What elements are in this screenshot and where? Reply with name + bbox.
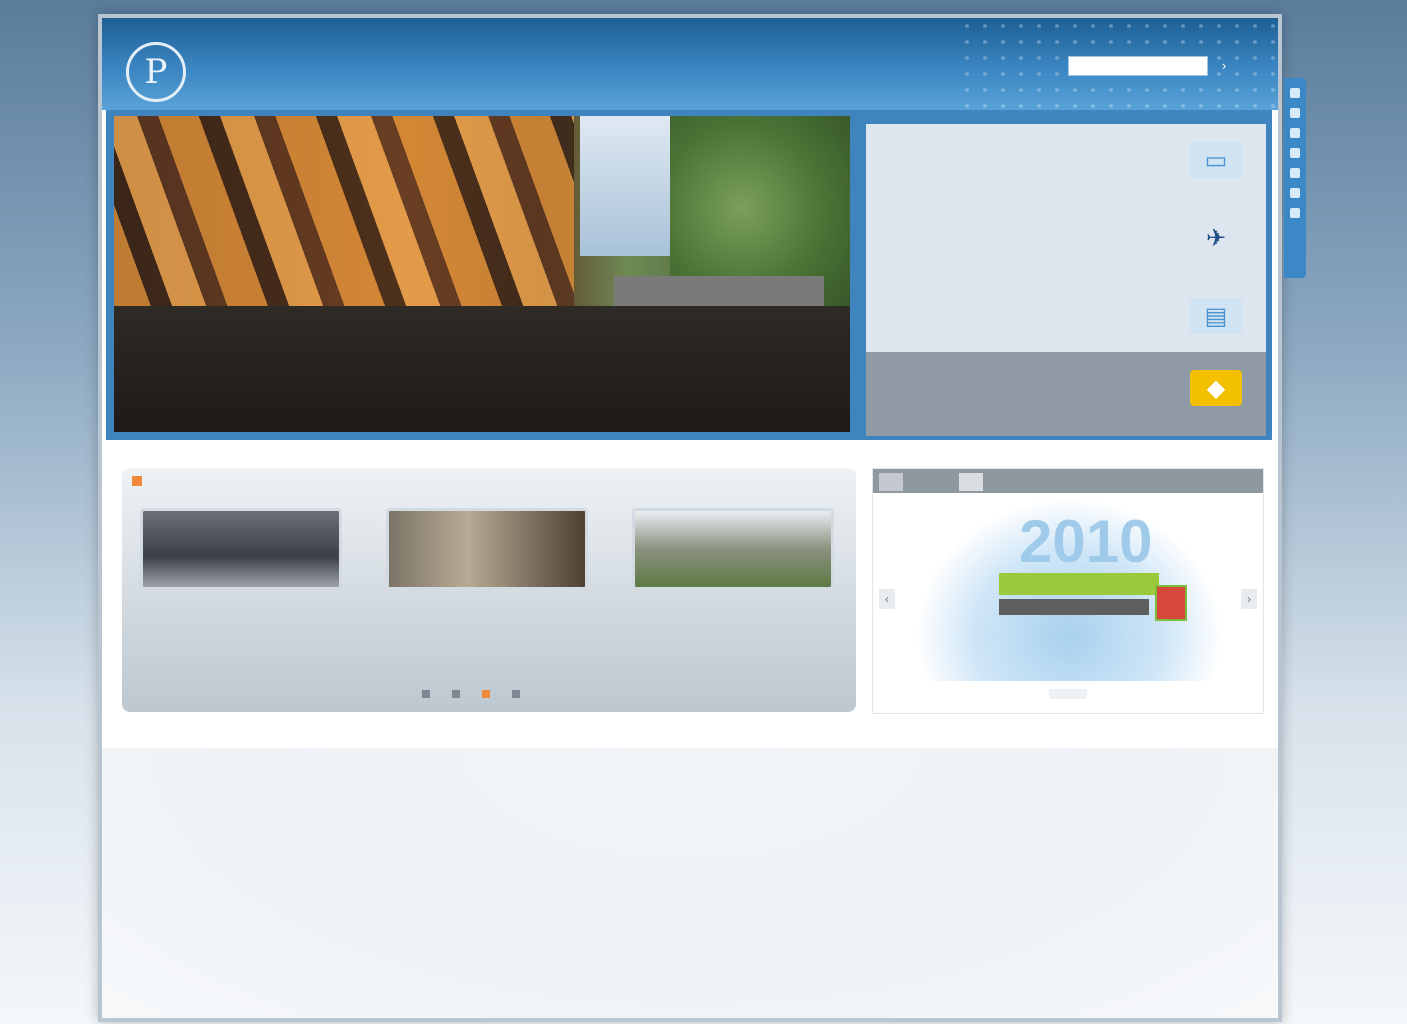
- news-thumbnail[interactable]: [386, 508, 588, 590]
- feature-item-3[interactable]: ▤: [866, 280, 1266, 350]
- pager-dot-1[interactable]: [422, 690, 430, 698]
- news-item-1[interactable]: [140, 508, 342, 600]
- promo-banner-text: [999, 573, 1159, 595]
- page-frame: P › ▭ ✈ ▤ ◆ 2010 ‹ ›: [98, 14, 1282, 1022]
- hero-section: ▭ ✈ ▤ ◆: [106, 110, 1272, 440]
- social-icon-7[interactable]: [1290, 208, 1300, 218]
- tag-icon: ◆: [1190, 370, 1242, 406]
- promo-gift-icon: [1155, 585, 1187, 621]
- pager-dot-4[interactable]: [512, 690, 520, 698]
- news-pager: [422, 690, 520, 698]
- promo-prev-arrow[interactable]: ‹: [879, 589, 895, 609]
- pager-dot-3[interactable]: [482, 690, 490, 698]
- feature-item-4[interactable]: ◆: [866, 352, 1266, 436]
- news-carousel: [122, 468, 856, 712]
- promo-box: 2010 ‹ ›: [872, 468, 1264, 714]
- feature-list: ▭ ✈ ▤ ◆: [866, 124, 1266, 436]
- social-icon-6[interactable]: [1290, 188, 1300, 198]
- promo-year: 2010: [1019, 508, 1153, 575]
- news-item-3[interactable]: [632, 508, 834, 600]
- site-footer: [102, 748, 1278, 1018]
- social-icon-2[interactable]: [1290, 108, 1300, 118]
- feature-item-1[interactable]: ▭: [866, 124, 1266, 194]
- news-square-icon: [132, 476, 142, 487]
- promo-tab-1[interactable]: [879, 473, 903, 491]
- hero-slide-photo[interactable]: [114, 116, 850, 432]
- promo-next-arrow[interactable]: ›: [1241, 589, 1257, 609]
- promo-tab-2[interactable]: [959, 473, 983, 491]
- feature-item-2[interactable]: ✈: [866, 202, 1266, 272]
- news-heading: [132, 476, 147, 487]
- news-thumbnail[interactable]: [632, 508, 834, 590]
- pager-dot-2[interactable]: [452, 690, 460, 698]
- social-icon-1[interactable]: [1290, 88, 1300, 98]
- promo-tab-bar: [873, 469, 1263, 493]
- building-image: [114, 306, 850, 432]
- promo-caption: [1049, 689, 1087, 699]
- social-icon-3[interactable]: [1290, 128, 1300, 138]
- building-icon: ▤: [1190, 298, 1242, 334]
- university-logo[interactable]: P: [126, 42, 186, 102]
- plane-icon: ✈: [1205, 224, 1227, 252]
- promo-dark-bar: [999, 599, 1149, 615]
- social-icon-4[interactable]: [1290, 148, 1300, 158]
- promo-banner-image[interactable]: 2010: [919, 501, 1219, 681]
- mural-image: [114, 116, 574, 316]
- search-input[interactable]: [1068, 56, 1208, 76]
- search-button[interactable]: ›: [1212, 56, 1236, 76]
- roof-image: [614, 276, 824, 306]
- computer-icon: ▭: [1190, 142, 1242, 178]
- news-item-2[interactable]: [386, 508, 588, 600]
- sky-image: [580, 116, 670, 256]
- social-sidebar: [1284, 78, 1306, 278]
- social-icon-5[interactable]: [1290, 168, 1300, 178]
- news-thumbnail[interactable]: [140, 508, 342, 590]
- site-header: P ›: [102, 18, 1278, 110]
